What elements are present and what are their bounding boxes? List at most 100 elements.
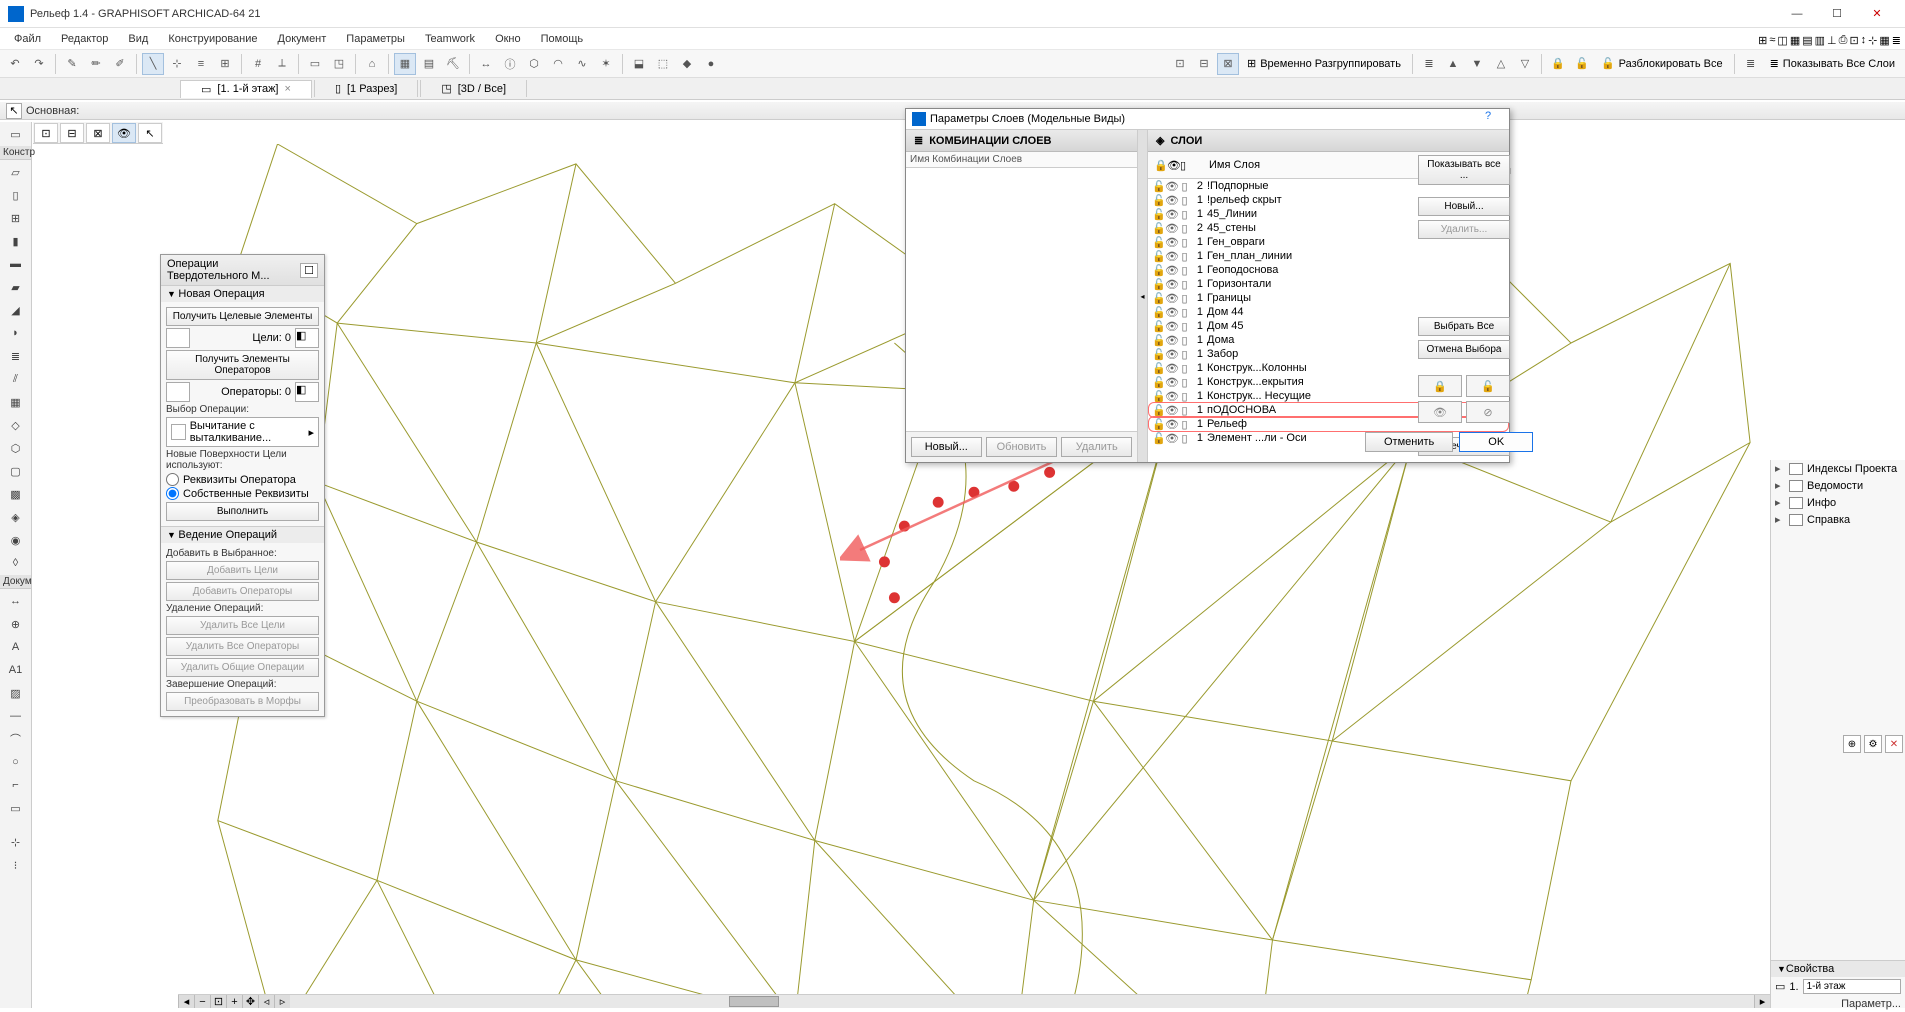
- menu-view[interactable]: Вид: [118, 31, 158, 47]
- scroll-left-icon[interactable]: ◂: [178, 995, 194, 1008]
- eye-icon[interactable]: 👁: [1165, 278, 1178, 291]
- mesh-tool-icon[interactable]: ▩: [2, 483, 30, 505]
- menu-design[interactable]: Конструирование: [158, 31, 267, 47]
- eye-icon[interactable]: 👁: [1165, 264, 1178, 277]
- lock-action-icon[interactable]: 🔒: [1418, 375, 1462, 397]
- view-13-icon[interactable]: ≣: [1892, 34, 1901, 47]
- hide-action-icon[interactable]: ⊘: [1466, 401, 1510, 423]
- show-all-layers-button[interactable]: ≣Показывать Все Слои: [1764, 55, 1901, 72]
- gm-1-icon[interactable]: ⊡: [34, 123, 58, 143]
- syringe-icon[interactable]: ✏: [85, 53, 107, 75]
- lock-icon[interactable]: 🔓: [1152, 320, 1165, 333]
- select-all-button[interactable]: Выбрать Все: [1418, 317, 1510, 336]
- section-manage-operations[interactable]: Ведение Операций: [161, 526, 324, 543]
- view-2-icon[interactable]: ≈: [1769, 34, 1775, 47]
- view-7-icon[interactable]: ⊥: [1827, 34, 1837, 47]
- show-action-icon[interactable]: 👁: [1418, 401, 1462, 423]
- arc-icon[interactable]: ◠: [547, 53, 569, 75]
- nav-settings-icon[interactable]: ⚙: [1864, 735, 1882, 753]
- home-icon[interactable]: ⌂: [361, 53, 383, 75]
- collapse-handle[interactable]: ◂: [1138, 130, 1148, 462]
- eye-icon[interactable]: 👁: [1165, 222, 1178, 235]
- suspend-icon[interactable]: ⊠: [1217, 53, 1239, 75]
- nav-new-icon[interactable]: ⊕: [1843, 735, 1861, 753]
- door-tool-icon[interactable]: ▯: [2, 184, 30, 206]
- eye-icon[interactable]: 👁: [1165, 376, 1178, 389]
- drawing-tool-icon[interactable]: ▭: [2, 797, 30, 819]
- solid-icon[interactable]: ◆: [676, 53, 698, 75]
- operation-dropdown[interactable]: Вычитание с выталкивание... ▸: [166, 417, 319, 447]
- view-12-icon[interactable]: ▦: [1879, 34, 1889, 47]
- layers-icon[interactable]: ≣: [1740, 53, 1762, 75]
- arc-tool-icon[interactable]: ⌒: [2, 728, 30, 750]
- align-icon[interactable]: ≡: [190, 53, 212, 75]
- wire-icon[interactable]: ▯: [1178, 208, 1191, 221]
- poly-icon[interactable]: ⬡: [523, 53, 545, 75]
- view-11-icon[interactable]: ⊹: [1868, 34, 1877, 47]
- window-tool-icon[interactable]: ⊞: [2, 207, 30, 229]
- wall-tool-icon[interactable]: ▱: [2, 161, 30, 183]
- deselect-button[interactable]: Отмена Выбора: [1418, 340, 1510, 359]
- extra2-tool-icon[interactable]: ◉: [2, 529, 30, 551]
- lock-icon[interactable]: 🔓: [1152, 404, 1165, 417]
- object-tool-icon[interactable]: ⬡: [2, 437, 30, 459]
- del-common-button[interactable]: Удалить Общие Операции: [166, 658, 319, 677]
- del-operators-button[interactable]: Удалить Все Операторы: [166, 637, 319, 656]
- bring-front-icon[interactable]: ▲: [1442, 53, 1464, 75]
- eye-icon[interactable]: 👁: [1165, 362, 1178, 375]
- execute-button[interactable]: Выполнить: [166, 502, 319, 521]
- wire-icon[interactable]: ▯: [1178, 236, 1191, 249]
- cancel-button[interactable]: Отменить: [1365, 432, 1453, 452]
- menu-help[interactable]: Помощь: [531, 31, 594, 47]
- eye-icon[interactable]: 👁: [1165, 180, 1178, 193]
- column-tool-icon[interactable]: ▮: [2, 230, 30, 252]
- display-icon[interactable]: ⬓: [628, 53, 650, 75]
- view-6-icon[interactable]: ▥: [1815, 34, 1825, 47]
- more-tool-icon[interactable]: ⁝: [2, 854, 30, 876]
- maximize-button[interactable]: ☐: [1817, 2, 1857, 26]
- prev-view-icon[interactable]: ◃: [258, 995, 274, 1008]
- menu-file[interactable]: Файл: [4, 31, 51, 47]
- ruler-icon[interactable]: ⟂: [271, 53, 293, 75]
- eye-icon[interactable]: 👁: [1165, 306, 1178, 319]
- shell-tool-icon[interactable]: ◗: [2, 322, 30, 344]
- curtain-tool-icon[interactable]: ▦: [2, 391, 30, 413]
- menu-document[interactable]: Документ: [268, 31, 337, 47]
- dimension-tool-icon[interactable]: ↔: [2, 590, 30, 612]
- eye-icon[interactable]: 👁: [1165, 236, 1178, 249]
- get-targets-button[interactable]: Получить Целевые Элементы: [166, 307, 319, 326]
- eye-icon[interactable]: 👁: [1165, 390, 1178, 403]
- roof-tool-icon[interactable]: ◢: [2, 299, 30, 321]
- new-combo-button[interactable]: Новый...: [911, 437, 982, 457]
- forward-icon[interactable]: △: [1490, 53, 1512, 75]
- doc-tab-section[interactable]: ▯ [1 Разрез]: [314, 80, 418, 97]
- info-icon[interactable]: ⓘ: [499, 53, 521, 75]
- circle-tool-icon[interactable]: ○: [2, 751, 30, 773]
- col-visible-icon[interactable]: 👁: [1165, 159, 1178, 172]
- solid-panel-title[interactable]: Операции Твердотельного М... ☐: [161, 255, 324, 285]
- gm-4-icon[interactable]: 👁: [112, 123, 136, 143]
- arrow-tool-icon[interactable]: ↖: [6, 103, 22, 119]
- wire-icon[interactable]: ▯: [1178, 278, 1191, 291]
- wire-icon[interactable]: ▯: [1178, 376, 1191, 389]
- display-order-icon[interactable]: ≣: [1418, 53, 1440, 75]
- properties-title[interactable]: Свойства: [1771, 961, 1905, 977]
- lock-icon[interactable]: 🔓: [1152, 236, 1165, 249]
- doc-tab-plan[interactable]: ▭ [1. 1-й этаж] ×: [180, 80, 312, 98]
- line-tool-icon[interactable]: —: [2, 705, 30, 727]
- pan-icon[interactable]: ✥: [242, 995, 258, 1008]
- next-view-icon[interactable]: ▹: [274, 995, 290, 1008]
- horizontal-scrollbar[interactable]: ◂ − ⊡ + ✥ ◃ ▹ ▸: [178, 994, 1770, 1008]
- lock-icon[interactable]: 🔓: [1152, 348, 1165, 361]
- view-1-icon[interactable]: ⊞: [1758, 34, 1767, 47]
- backward-icon[interactable]: ▽: [1514, 53, 1536, 75]
- railing-tool-icon[interactable]: ⫽: [2, 368, 30, 390]
- nav-schedules[interactable]: ▸Ведомости: [1771, 477, 1905, 494]
- extra3-tool-icon[interactable]: ◊: [2, 552, 30, 574]
- menu-teamwork[interactable]: Teamwork: [415, 31, 485, 47]
- lock-icon[interactable]: 🔓: [1152, 334, 1165, 347]
- delete-layer-button[interactable]: Удалить...: [1418, 220, 1510, 239]
- wire-icon[interactable]: ▯: [1178, 320, 1191, 333]
- lock-icon[interactable]: 🔓: [1152, 250, 1165, 263]
- render-icon[interactable]: ●: [700, 53, 722, 75]
